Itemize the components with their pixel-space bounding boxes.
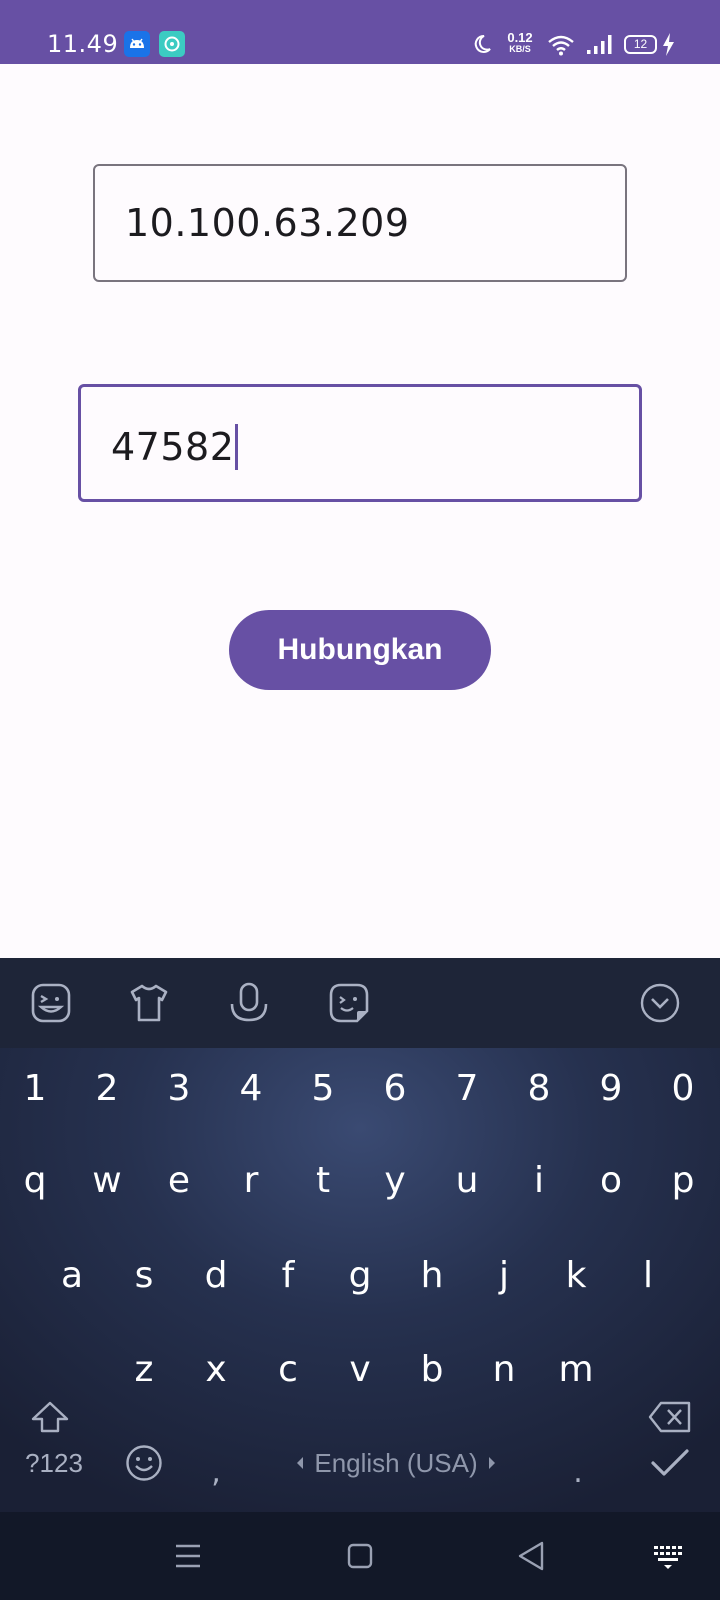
keyboard-switch-icon[interactable] bbox=[646, 1534, 690, 1578]
key-numbers-4[interactable]: 5 bbox=[287, 1042, 359, 1136]
key-row3-3[interactable]: v bbox=[324, 1323, 396, 1417]
connect-button[interactable]: Hubungkan bbox=[229, 610, 491, 690]
arrow-right-icon bbox=[489, 1457, 495, 1469]
key-row1-0[interactable]: q bbox=[0, 1134, 71, 1228]
net-speed: 0.12 KB/S bbox=[503, 31, 537, 55]
status-time: 11.49 bbox=[47, 30, 119, 58]
signal-icon bbox=[585, 30, 615, 58]
key-row1-1[interactable]: w bbox=[71, 1134, 143, 1228]
space-key[interactable]: English (USA) bbox=[280, 1416, 512, 1510]
comma-key[interactable]: , bbox=[180, 1426, 252, 1520]
symbols-key[interactable]: ?123 bbox=[14, 1416, 94, 1510]
key-row2-3[interactable]: f bbox=[252, 1229, 324, 1323]
key-numbers-2[interactable]: 3 bbox=[143, 1042, 215, 1136]
status-bar: 11.49 0.12 KB/S 12 bbox=[0, 0, 720, 64]
key-row2-6[interactable]: j bbox=[468, 1229, 540, 1323]
key-row2-5[interactable]: h bbox=[396, 1229, 468, 1323]
text-cursor bbox=[235, 424, 239, 470]
port-value-wrap: 47582 bbox=[111, 424, 239, 470]
key-row2-4[interactable]: g bbox=[324, 1229, 396, 1323]
key-row1-7[interactable]: i bbox=[503, 1134, 575, 1228]
key-row3-2[interactable]: c bbox=[252, 1323, 324, 1417]
ip-address-field[interactable]: 10.100.63.209 bbox=[93, 164, 627, 282]
microphone-icon[interactable] bbox=[228, 982, 270, 1024]
navigation-bar bbox=[0, 1512, 720, 1600]
back-icon[interactable] bbox=[510, 1534, 554, 1578]
key-row3-4[interactable]: b bbox=[396, 1323, 468, 1417]
space-label: English (USA) bbox=[314, 1448, 478, 1478]
keyboard-toolbar bbox=[0, 958, 720, 1048]
key-row3-0[interactable]: z bbox=[108, 1323, 180, 1417]
wifi-icon bbox=[546, 30, 576, 58]
key-row1-9[interactable]: p bbox=[647, 1134, 719, 1228]
key-numbers-8[interactable]: 9 bbox=[575, 1042, 647, 1136]
key-row2-2[interactable]: d bbox=[180, 1229, 252, 1323]
sticker-icon[interactable] bbox=[30, 982, 72, 1024]
moon-icon bbox=[471, 30, 493, 58]
app-notification-icon bbox=[159, 31, 185, 57]
net-speed-value: 0.12 bbox=[507, 30, 533, 45]
key-row2-7[interactable]: k bbox=[540, 1229, 612, 1323]
key-row1-2[interactable]: e bbox=[143, 1134, 215, 1228]
battery-icon: 12 bbox=[624, 35, 657, 54]
key-row1-3[interactable]: r bbox=[215, 1134, 287, 1228]
key-row1-8[interactable]: o bbox=[575, 1134, 647, 1228]
key-row3-6[interactable]: m bbox=[540, 1323, 612, 1417]
key-row1-4[interactable]: t bbox=[287, 1134, 359, 1228]
charging-icon bbox=[660, 30, 676, 58]
port-field[interactable]: 47582 bbox=[78, 384, 642, 502]
key-row2-8[interactable]: l bbox=[612, 1229, 684, 1323]
port-value: 47582 bbox=[111, 425, 235, 469]
key-numbers-1[interactable]: 2 bbox=[71, 1042, 143, 1136]
key-row2-0[interactable]: a bbox=[36, 1229, 108, 1323]
emoji-key[interactable] bbox=[108, 1416, 180, 1510]
key-numbers-7[interactable]: 8 bbox=[503, 1042, 575, 1136]
key-numbers-0[interactable]: 1 bbox=[0, 1042, 71, 1136]
key-row3-5[interactable]: n bbox=[468, 1323, 540, 1417]
theme-icon[interactable] bbox=[128, 982, 170, 1024]
home-icon[interactable] bbox=[338, 1534, 382, 1578]
emoji-sticker-icon[interactable] bbox=[328, 982, 370, 1024]
ip-address-value: 10.100.63.209 bbox=[125, 201, 410, 245]
key-row1-6[interactable]: u bbox=[431, 1134, 503, 1228]
key-row1-5[interactable]: y bbox=[359, 1134, 431, 1228]
android-notification-icon bbox=[124, 31, 150, 57]
key-numbers-3[interactable]: 4 bbox=[215, 1042, 287, 1136]
enter-key[interactable] bbox=[630, 1416, 710, 1510]
collapse-keyboard-icon[interactable] bbox=[639, 982, 681, 1024]
key-row2-1[interactable]: s bbox=[108, 1229, 180, 1323]
key-numbers-5[interactable]: 6 bbox=[359, 1042, 431, 1136]
recents-menu-icon[interactable] bbox=[166, 1534, 210, 1578]
net-speed-unit: KB/S bbox=[509, 44, 531, 54]
key-row3-1[interactable]: x bbox=[180, 1323, 252, 1417]
key-numbers-9[interactable]: 0 bbox=[647, 1042, 719, 1136]
key-numbers-6[interactable]: 7 bbox=[431, 1042, 503, 1136]
period-key[interactable]: . bbox=[542, 1426, 614, 1520]
